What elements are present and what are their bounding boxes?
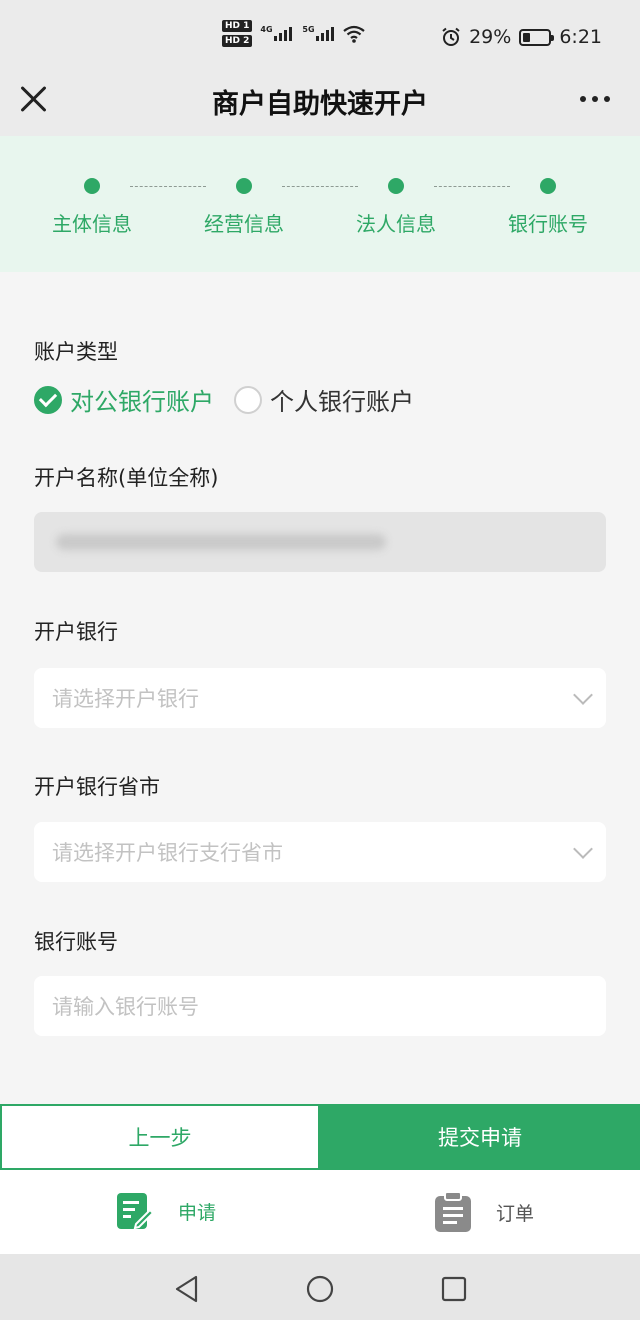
network-type-2: 5G	[302, 24, 315, 34]
battery-icon	[519, 28, 555, 46]
status-right: 29% 6:21	[441, 26, 602, 48]
home-circle-icon[interactable]	[305, 1274, 335, 1304]
step-indicator: 主体信息 经营信息 法人信息 银行账号	[0, 136, 640, 272]
account-name-field	[34, 512, 606, 572]
tab-apply[interactable]: 申请	[116, 1192, 216, 1230]
chevron-down-icon	[573, 839, 593, 859]
step-dot	[84, 178, 100, 194]
check-circle-icon	[34, 385, 62, 414]
status-time: 6:21	[559, 26, 602, 48]
account-number-input[interactable]: 请输入银行账号	[34, 976, 606, 1036]
bank-region-label: 开户银行省市	[34, 775, 160, 799]
bank-placeholder: 请选择开户银行	[52, 687, 199, 711]
back-triangle-icon[interactable]	[172, 1274, 202, 1304]
step-dot	[236, 178, 252, 194]
step-3: 法人信息	[336, 178, 456, 237]
signal-icon: 4G	[260, 25, 293, 41]
more-icon[interactable]	[580, 96, 610, 102]
account-number-placeholder: 请输入银行账号	[52, 995, 199, 1019]
recents-square-icon[interactable]	[439, 1274, 469, 1304]
system-nav-bar	[0, 1254, 640, 1320]
chevron-down-icon	[573, 685, 593, 705]
radio-label: 个人银行账户	[270, 388, 414, 416]
account-type-radio-group: 对公银行账户 个人银行账户	[34, 382, 414, 417]
step-label: 经营信息	[204, 212, 284, 236]
nav-bar: 商户自助快速开户	[0, 70, 640, 136]
account-number-label: 银行账号	[34, 930, 118, 954]
step-label: 法人信息	[356, 212, 436, 236]
radio-corporate-account[interactable]: 对公银行账户	[34, 382, 214, 417]
bank-region-select[interactable]: 请选择开户银行支行省市	[34, 822, 606, 882]
step-dot	[388, 178, 404, 194]
bank-label: 开户银行	[34, 620, 118, 644]
step-1: 主体信息	[32, 178, 152, 237]
battery-level	[523, 32, 531, 42]
account-type-label: 账户类型	[34, 340, 118, 364]
radio-personal-account[interactable]: 个人银行账户	[234, 382, 414, 417]
step-label: 主体信息	[52, 212, 132, 236]
step-label: 银行账号	[508, 212, 588, 236]
signal-icon: 5G	[302, 25, 335, 41]
radio-circle-icon	[234, 385, 262, 414]
hd-indicators: HD 1 HD 2	[222, 20, 253, 47]
hd1-badge: HD 1	[222, 20, 253, 32]
prev-step-button[interactable]: 上一步	[0, 1104, 320, 1170]
step-2: 经营信息	[184, 178, 304, 237]
bank-region-placeholder: 请选择开户银行支行省市	[52, 841, 283, 865]
hd2-badge: HD 2	[222, 35, 253, 47]
network-type-1: 4G	[260, 24, 273, 34]
bank-select[interactable]: 请选择开户银行	[34, 668, 606, 728]
edit-form-icon	[117, 1193, 154, 1230]
page-title: 商户自助快速开户	[212, 89, 428, 120]
radio-label: 对公银行账户	[70, 388, 214, 416]
tab-order-label: 订单	[496, 1202, 535, 1225]
status-bar: HD 1 HD 2 4G 5G 29% 6:21	[0, 0, 640, 70]
action-bar: 上一步 提交申请	[0, 1104, 640, 1170]
wifi-icon	[343, 25, 366, 43]
step-dot	[540, 178, 556, 194]
step-4: 银行账号	[488, 178, 608, 237]
alarm-icon	[442, 27, 460, 46]
submit-button[interactable]: 提交申请	[320, 1104, 640, 1170]
tab-bar: 申请 订单	[0, 1170, 640, 1254]
battery-percent: 29%	[469, 26, 512, 48]
account-name-label: 开户名称(单位全称)	[34, 466, 219, 490]
redacted-value	[56, 534, 386, 550]
clipboard-icon	[435, 1192, 471, 1232]
tab-order[interactable]: 订单	[434, 1192, 534, 1232]
status-left: HD 1 HD 2 4G 5G	[222, 20, 366, 47]
tab-apply-label: 申请	[178, 1201, 217, 1224]
